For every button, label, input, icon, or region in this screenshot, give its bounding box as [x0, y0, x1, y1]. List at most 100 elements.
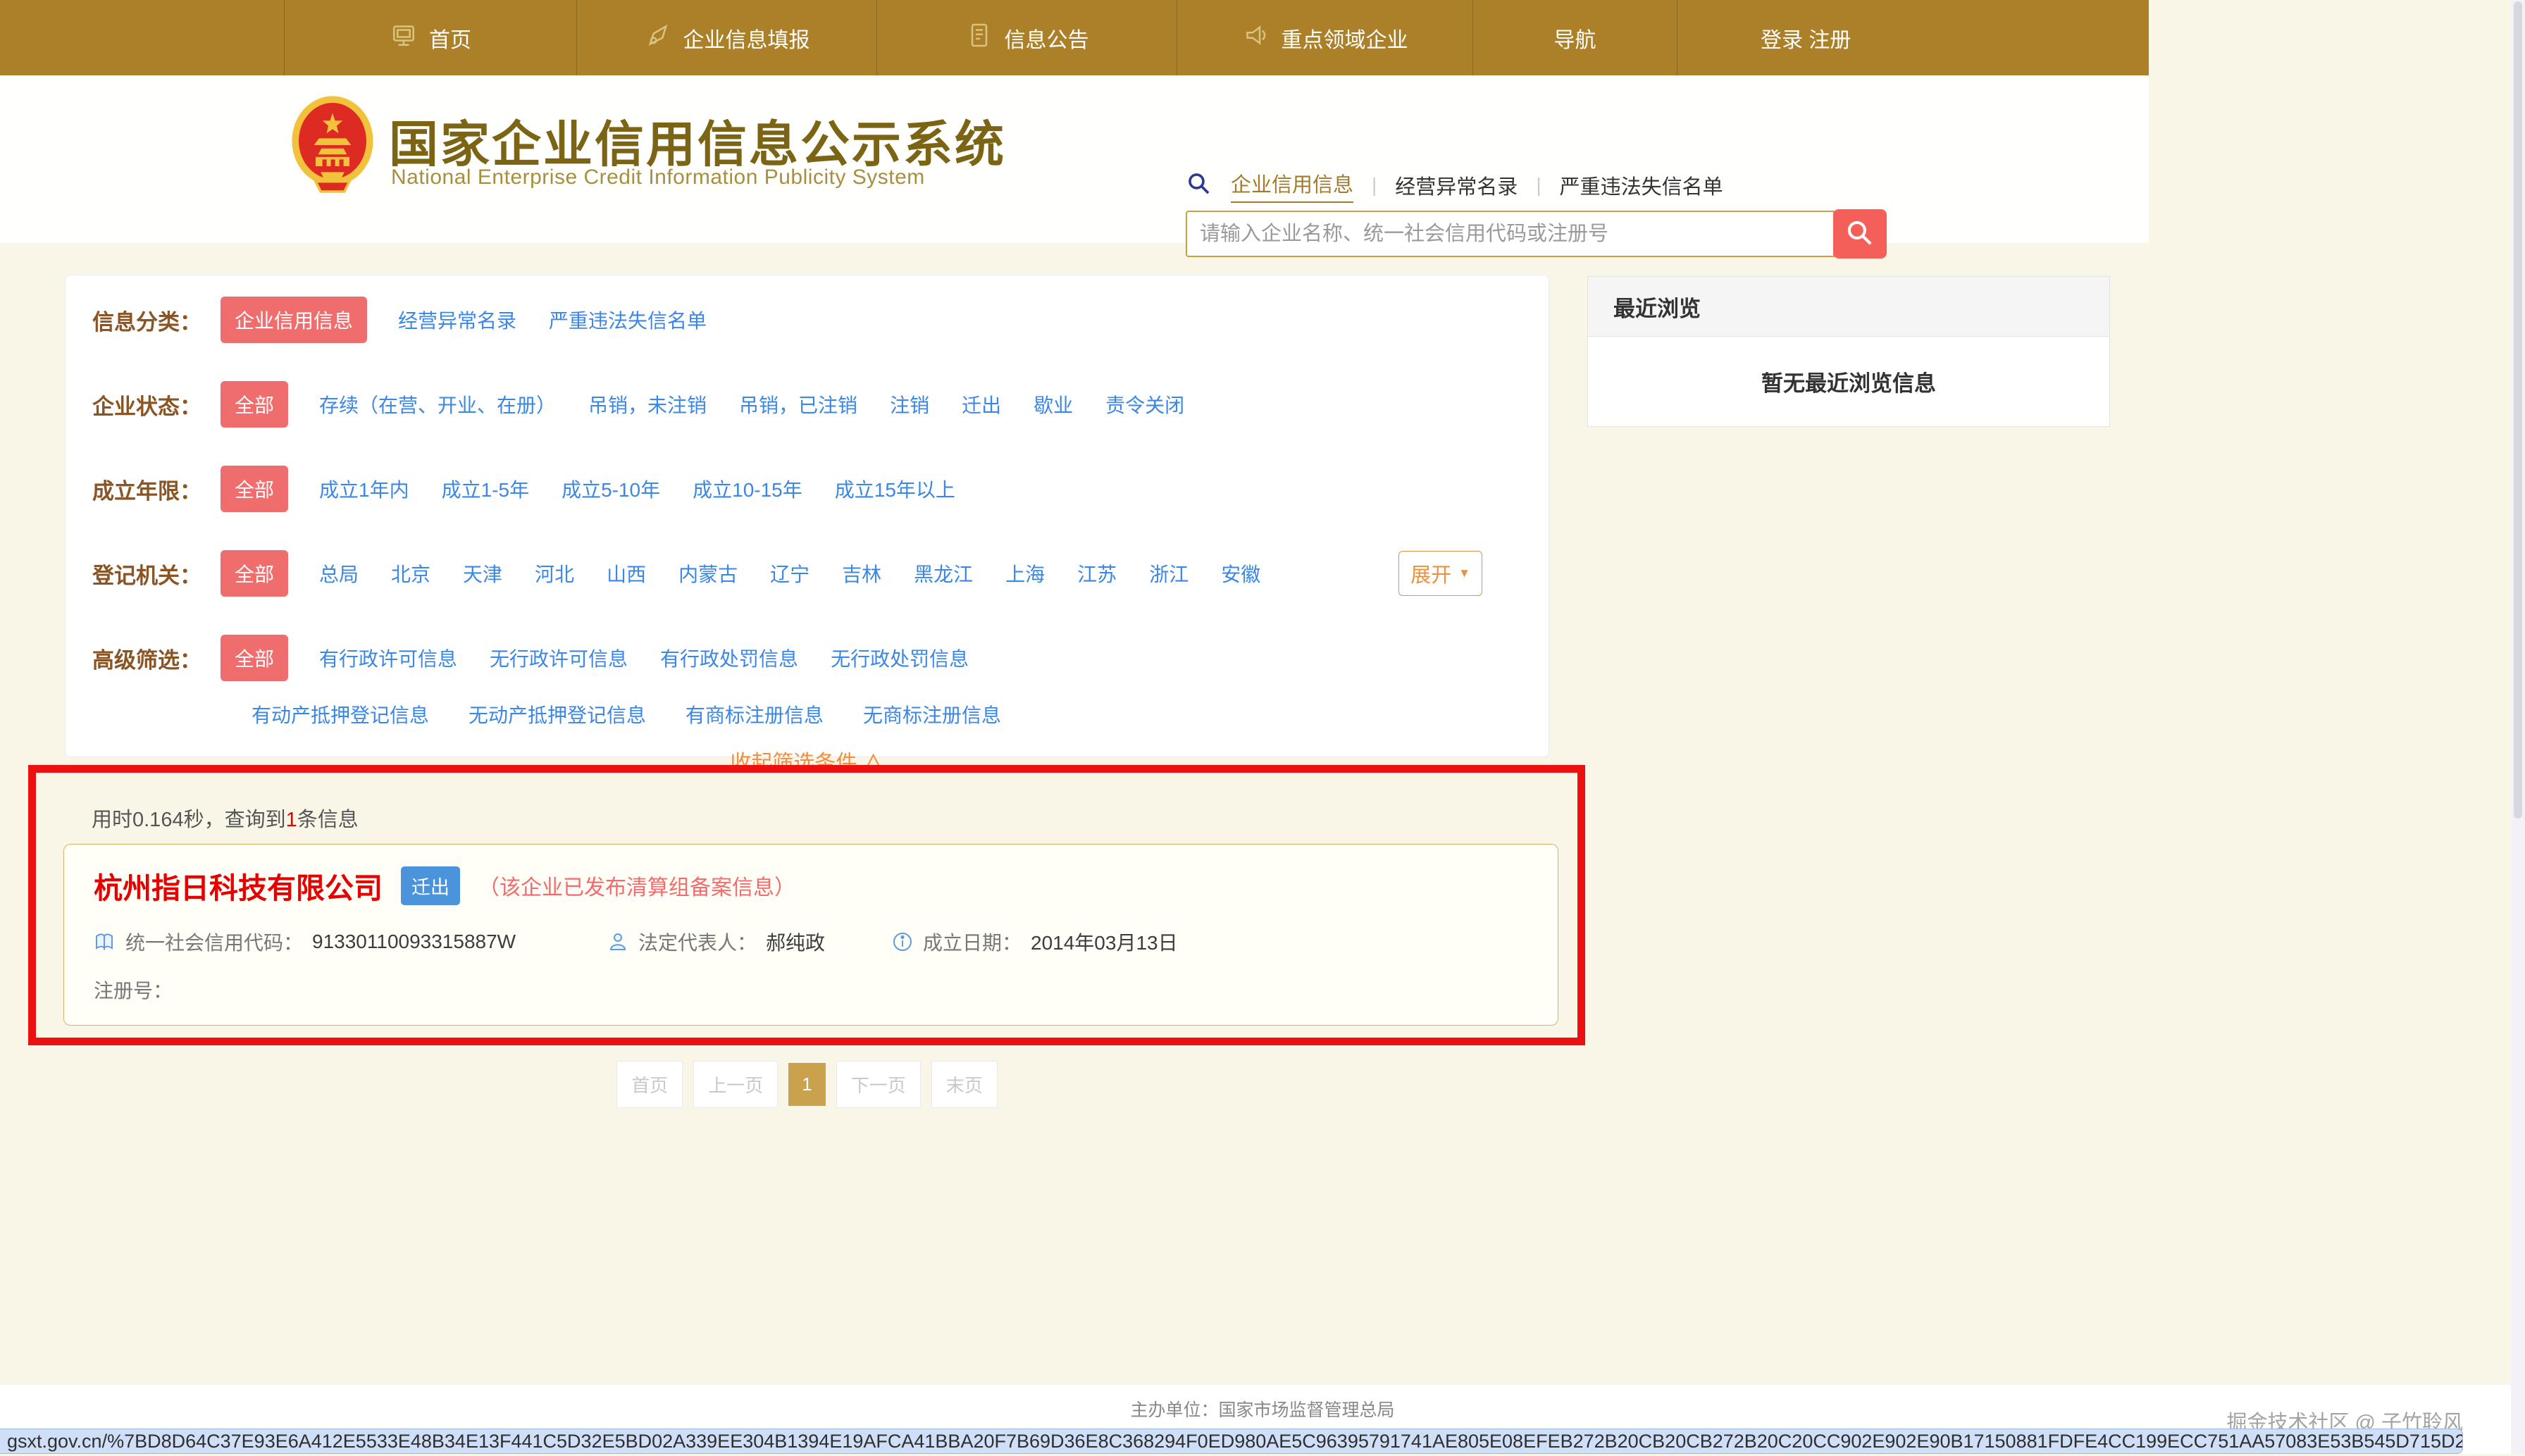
- search-input[interactable]: [1186, 211, 1835, 257]
- filter-link[interactable]: 总局: [319, 559, 359, 587]
- filter-panel: 信息分类： 企业信用信息 经营异常名录 严重违法失信名单 企业状态： 全部 存续（…: [65, 275, 1549, 757]
- filter-link[interactable]: 严重违法失信名单: [549, 306, 707, 334]
- pagination-last-button[interactable]: 末页: [931, 1061, 998, 1108]
- field-label: 统一社会信用代码：: [125, 932, 304, 954]
- filter-link[interactable]: 成立5-10年: [562, 475, 660, 503]
- chevron-down-icon: ▼: [1458, 566, 1470, 580]
- browser-status-bar: gsxt.gov.cn/%7BD8D64C37E93E6A412E5533E48…: [0, 1429, 2463, 1454]
- filter-row-advanced: 高级筛选： 全部 有行政许可信息 无行政许可信息 有行政处罚信息 无行政处罚信息: [92, 635, 1522, 681]
- filter-active-button[interactable]: 全部: [221, 466, 289, 512]
- expand-button[interactable]: 展开 ▼: [1398, 551, 1482, 596]
- registration-number-label: 注册号：: [94, 980, 173, 1002]
- nav-item-home[interactable]: 首页: [284, 0, 576, 75]
- magnifier-icon: [1844, 218, 1875, 251]
- filter-label: 高级筛选：: [92, 647, 201, 673]
- pagination-next-button[interactable]: 下一页: [836, 1061, 921, 1108]
- company-name-row: 杭州指日科技有限公司 迁出 （该企业已发布清算组备案信息）: [94, 864, 1558, 907]
- footer-organizer: 主办单位：国家市场监督管理总局: [1130, 1400, 1395, 1420]
- field-label: 成立日期：: [923, 932, 1022, 954]
- filter-link[interactable]: 江苏: [1077, 559, 1117, 587]
- filter-link[interactable]: 河北: [535, 559, 574, 587]
- nav-item-login-register[interactable]: 登录 注册: [1677, 0, 2149, 75]
- field-value: 郝纯政: [766, 932, 826, 954]
- nav-item-info-notice[interactable]: 信息公告: [876, 0, 1177, 75]
- scrollbar-track[interactable]: [2511, 0, 2525, 1454]
- filter-link[interactable]: 内蒙古: [678, 559, 738, 587]
- filter-links: 有动产抵押登记信息 无动产抵押登记信息 有商标注册信息 无商标注册信息: [252, 700, 1001, 728]
- expand-button-label: 展开: [1410, 564, 1452, 587]
- filter-link[interactable]: 经营异常名录: [398, 306, 516, 334]
- site-header: 国家企业信用信息公示系统 National Enterprise Credit …: [0, 75, 2149, 259]
- filter-link[interactable]: 成立10-15年: [693, 475, 802, 503]
- filter-label: 成立年限：: [92, 478, 201, 504]
- pagination-page-1-button[interactable]: 1: [788, 1063, 826, 1106]
- filter-link[interactable]: 无商标注册信息: [863, 700, 1001, 728]
- filter-link[interactable]: 迁出: [962, 390, 1001, 418]
- top-nav-bar: 首页 企业信息填报 信息公告 重点领域企业 导航 登录 注册: [0, 0, 2149, 75]
- filter-link[interactable]: 注销: [890, 390, 929, 418]
- search-button[interactable]: [1833, 209, 1887, 259]
- filter-link[interactable]: 吊销，已注销: [739, 390, 857, 418]
- field-legal-representative: 法定代表人： 郝纯政: [607, 928, 891, 956]
- nav-item-label: 企业信息填报: [683, 28, 810, 52]
- tab-abnormal-operations-list[interactable]: 经营异常名录: [1395, 170, 1518, 200]
- filter-links: 总局 北京 天津 河北 山西 内蒙古 辽宁 吉林 黑龙江 上海 江苏 浙江 安徽: [319, 559, 1260, 587]
- filter-link[interactable]: 歇业: [1034, 390, 1073, 418]
- filter-link[interactable]: 成立15年以上: [835, 475, 955, 503]
- filter-link[interactable]: 有行政许可信息: [319, 644, 457, 672]
- status-badge: 迁出: [401, 866, 460, 905]
- filter-link[interactable]: 吊销，未注销: [588, 390, 707, 418]
- filter-link[interactable]: 上海: [1005, 559, 1045, 587]
- filter-link[interactable]: 有商标注册信息: [685, 700, 824, 728]
- scrollbar-thumb[interactable]: [2514, 1, 2522, 819]
- recently-viewed-panel: 最近浏览 暂无最近浏览信息: [1587, 276, 2110, 427]
- pagination: 首页 上一页 1 下一页 末页: [65, 1061, 1549, 1108]
- filter-link[interactable]: 成立1年内: [319, 475, 409, 503]
- filter-active-button[interactable]: 全部: [221, 550, 289, 597]
- field-value: 91330110093315887W: [312, 931, 516, 952]
- pagination-prev-button[interactable]: 上一页: [693, 1061, 778, 1108]
- filter-link[interactable]: 有动产抵押登记信息: [252, 700, 429, 728]
- field-establishment-date: 成立日期： 2014年03月13日: [891, 928, 1178, 956]
- site-subtitle: National Enterprise Credit Information P…: [391, 166, 925, 189]
- filter-link[interactable]: 有行政处罚信息: [660, 644, 798, 672]
- nav-item-key-field-enterprises[interactable]: 重点领域企业: [1177, 0, 1472, 75]
- filter-link[interactable]: 辽宁: [770, 559, 809, 587]
- nav-item-label: 登录 注册: [1761, 28, 1851, 52]
- filter-link[interactable]: 黑龙江: [914, 559, 973, 587]
- filter-link[interactable]: 天津: [463, 559, 502, 587]
- filter-link[interactable]: 无行政处罚信息: [831, 644, 969, 672]
- tab-enterprise-credit-info[interactable]: 企业信用信息: [1231, 168, 1354, 203]
- filter-link[interactable]: 无行政许可信息: [490, 644, 628, 672]
- filter-active-button[interactable]: 企业信用信息: [221, 297, 368, 343]
- tab-serious-violation-list[interactable]: 严重违法失信名单: [1560, 170, 1723, 200]
- search-icon: [1186, 170, 1212, 201]
- filter-link[interactable]: 存续（在营、开业、在册）: [319, 390, 556, 418]
- tab-separator: |: [1372, 174, 1377, 196]
- pagination-first-button[interactable]: 首页: [616, 1061, 683, 1108]
- company-name-link[interactable]: 杭州指日科技有限公司: [94, 864, 383, 907]
- nav-item-enterprise-filing[interactable]: 企业信息填报: [576, 0, 876, 75]
- results-summary: 用时0.164秒，查询到1条信息: [92, 803, 359, 833]
- national-emblem-logo: [290, 94, 375, 204]
- filter-link[interactable]: 浙江: [1149, 559, 1189, 587]
- nav-item-label: 重点领域企业: [1281, 28, 1408, 52]
- person-icon: [607, 931, 629, 953]
- filter-link[interactable]: 安徽: [1221, 559, 1260, 587]
- filter-label: 登记机关：: [92, 563, 201, 588]
- recently-viewed-empty-text: 暂无最近浏览信息: [1587, 337, 2110, 427]
- filter-active-button[interactable]: 全部: [221, 381, 289, 428]
- result-card: 杭州指日科技有限公司 迁出 （该企业已发布清算组备案信息） 统一社会信用代码： …: [63, 844, 1558, 1026]
- filter-link[interactable]: 责令关闭: [1105, 390, 1184, 418]
- filter-link[interactable]: 吉林: [842, 559, 881, 587]
- filter-link[interactable]: 山西: [607, 559, 646, 587]
- book-icon: [94, 931, 116, 953]
- nav-item-label: 信息公告: [1004, 28, 1089, 52]
- filter-link[interactable]: 成立1-5年: [442, 475, 529, 503]
- nav-item-label: 首页: [429, 28, 471, 52]
- filter-active-button[interactable]: 全部: [221, 635, 289, 681]
- nav-item-navigation[interactable]: 导航: [1472, 0, 1677, 75]
- filter-link[interactable]: 北京: [391, 559, 430, 587]
- filter-link[interactable]: 无动产抵押登记信息: [469, 700, 646, 728]
- collapse-filters-link[interactable]: 收起筛选条件 ∧: [65, 745, 1549, 776]
